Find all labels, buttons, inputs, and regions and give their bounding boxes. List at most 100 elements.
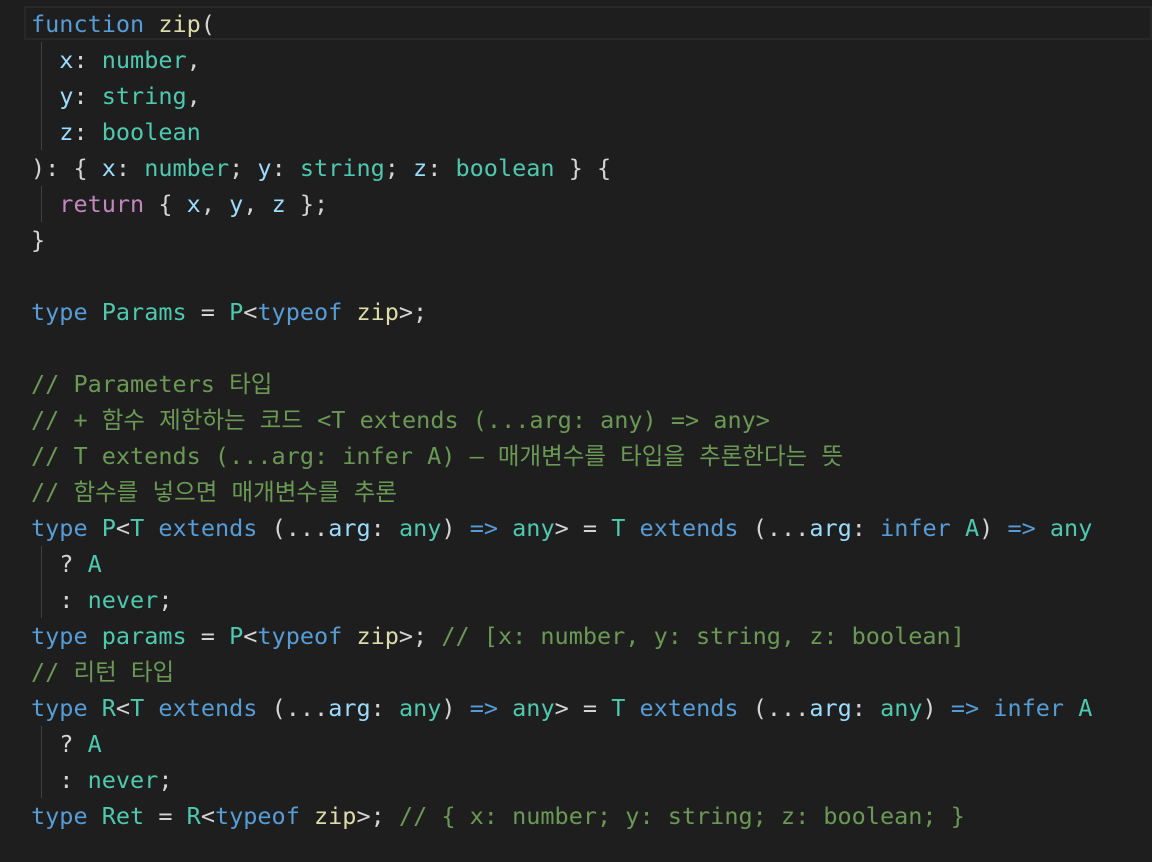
- punctuation-token: [993, 514, 1007, 542]
- punctuation-token: [342, 622, 356, 650]
- keyword-token: type: [31, 694, 88, 722]
- keyword-token: infer: [993, 694, 1065, 722]
- punctuation-token: :: [73, 82, 102, 110]
- type-token: params: [101, 622, 187, 650]
- punctuation-token: :: [370, 694, 399, 722]
- code-line[interactable]: // T extends (...arg: infer A) – 매개변수를 타…: [31, 438, 843, 474]
- punctuation-token: [625, 694, 639, 722]
- punctuation-token: [937, 694, 951, 722]
- punctuation-token: ;: [158, 766, 173, 794]
- code-line[interactable]: // + 함수 제한하는 코드 <T extends (...arg: any)…: [31, 402, 770, 438]
- bracket-token: (: [271, 514, 286, 542]
- punctuation-token: [739, 694, 753, 722]
- function-name-token: zip: [158, 10, 201, 38]
- type-token: any: [880, 694, 923, 722]
- punctuation-token: ...: [766, 694, 810, 722]
- variable-token: y: [257, 154, 272, 182]
- bracket-token: ): [31, 154, 46, 182]
- type-token: boolean: [101, 118, 201, 146]
- code-line[interactable]: function zip(: [31, 6, 215, 42]
- code-line[interactable]: x: number,: [31, 42, 201, 78]
- keyword-token: typeof: [214, 802, 300, 830]
- punctuation-token: [555, 154, 569, 182]
- punctuation-token: > =: [554, 514, 612, 542]
- comment-token: // { x: number; y: string; z: boolean; }: [398, 802, 965, 830]
- punctuation-token: [144, 10, 158, 38]
- comment-token: // [x: number, y: string, z: boolean]: [441, 622, 965, 650]
- code-line[interactable]: ? A: [31, 726, 101, 762]
- punctuation-token: [257, 694, 271, 722]
- code-line[interactable]: : never;: [31, 582, 173, 618]
- code-line[interactable]: // 리턴 타입: [31, 654, 174, 690]
- function-name-token: zip: [356, 298, 399, 326]
- keyword-token: extends: [639, 694, 739, 722]
- punctuation-token: [1064, 694, 1078, 722]
- code-line[interactable]: type R<T extends (...arg: any) => any> =…: [31, 690, 1092, 726]
- punctuation-token: ,: [200, 190, 230, 218]
- punctuation-token: [88, 514, 102, 542]
- type-token: boolean: [455, 154, 555, 182]
- punctuation-token: ;: [384, 154, 414, 182]
- type-token: any: [512, 694, 555, 722]
- punctuation-token: :: [851, 514, 881, 542]
- code-line[interactable]: }: [31, 222, 45, 258]
- punctuation-token: [300, 802, 314, 830]
- punctuation-token: ;: [158, 586, 173, 614]
- bracket-token: (: [752, 514, 767, 542]
- code-line[interactable]: return { x, y, z };: [31, 186, 328, 222]
- punctuation-token: :: [851, 694, 881, 722]
- keyword-token: type: [31, 802, 88, 830]
- punctuation-token: [498, 514, 512, 542]
- punctuation-token: :: [73, 46, 102, 74]
- punctuation-token: [88, 622, 102, 650]
- keyword-token: function: [31, 10, 145, 38]
- code-line[interactable]: z: boolean: [31, 114, 201, 150]
- punctuation-token: ...: [285, 514, 329, 542]
- type-token: P: [229, 298, 244, 326]
- variable-token: y: [229, 190, 244, 218]
- variable-token: arg: [328, 694, 371, 722]
- punctuation-token: <: [115, 514, 131, 542]
- keyword-token: typeof: [257, 298, 343, 326]
- code-line[interactable]: y: string,: [31, 78, 201, 114]
- punctuation-token: [739, 514, 753, 542]
- punctuation-token: ?: [31, 730, 88, 758]
- punctuation-token: [88, 802, 102, 830]
- keyword-token: typeof: [257, 622, 343, 650]
- punctuation-token: [257, 514, 271, 542]
- code-line[interactable]: // Parameters 타입: [31, 366, 272, 402]
- punctuation-token: >;: [398, 622, 442, 650]
- type-token: string: [101, 82, 187, 110]
- punctuation-token: [625, 514, 639, 542]
- variable-token: x: [59, 46, 74, 74]
- type-token: number: [144, 154, 230, 182]
- punctuation-token: :: [115, 154, 145, 182]
- code-editor[interactable]: function zip( x: number, y: string, z: b…: [0, 0, 1152, 862]
- code-line[interactable]: type Ret = R<typeof zip>; // { x: number…: [31, 798, 965, 834]
- code-line[interactable]: : never;: [31, 762, 173, 798]
- punctuation-token: :: [427, 154, 456, 182]
- type-token: never: [87, 766, 159, 794]
- keyword-token: extends: [158, 694, 258, 722]
- punctuation-token: [88, 154, 102, 182]
- type-token: P: [229, 622, 244, 650]
- code-line[interactable]: ): { x: number; y: string; z: boolean } …: [31, 150, 611, 186]
- punctuation-token: =: [186, 298, 230, 326]
- variable-token: y: [59, 82, 74, 110]
- code-line[interactable]: type P<T extends (...arg: any) => any> =…: [31, 510, 1092, 546]
- type-token: any: [398, 514, 442, 542]
- punctuation-token: ...: [285, 694, 329, 722]
- code-line[interactable]: // 함수를 넣으면 매개변수를 추론: [31, 474, 397, 510]
- code-line[interactable]: ? A: [31, 546, 101, 582]
- punctuation-token: ;: [314, 190, 329, 218]
- code-line[interactable]: type Params = P<typeof zip>;: [31, 294, 427, 330]
- punctuation-token: :: [31, 766, 88, 794]
- bracket-token: ): [922, 694, 937, 722]
- bracket-token: ): [979, 514, 994, 542]
- bracket-token: (: [200, 10, 215, 38]
- code-line[interactable]: type params = P<typeof zip>; // [x: numb…: [31, 618, 965, 654]
- type-token: number: [101, 46, 187, 74]
- type-token: T: [130, 514, 145, 542]
- bracket-token: (: [752, 694, 767, 722]
- punctuation-token: :: [73, 118, 102, 146]
